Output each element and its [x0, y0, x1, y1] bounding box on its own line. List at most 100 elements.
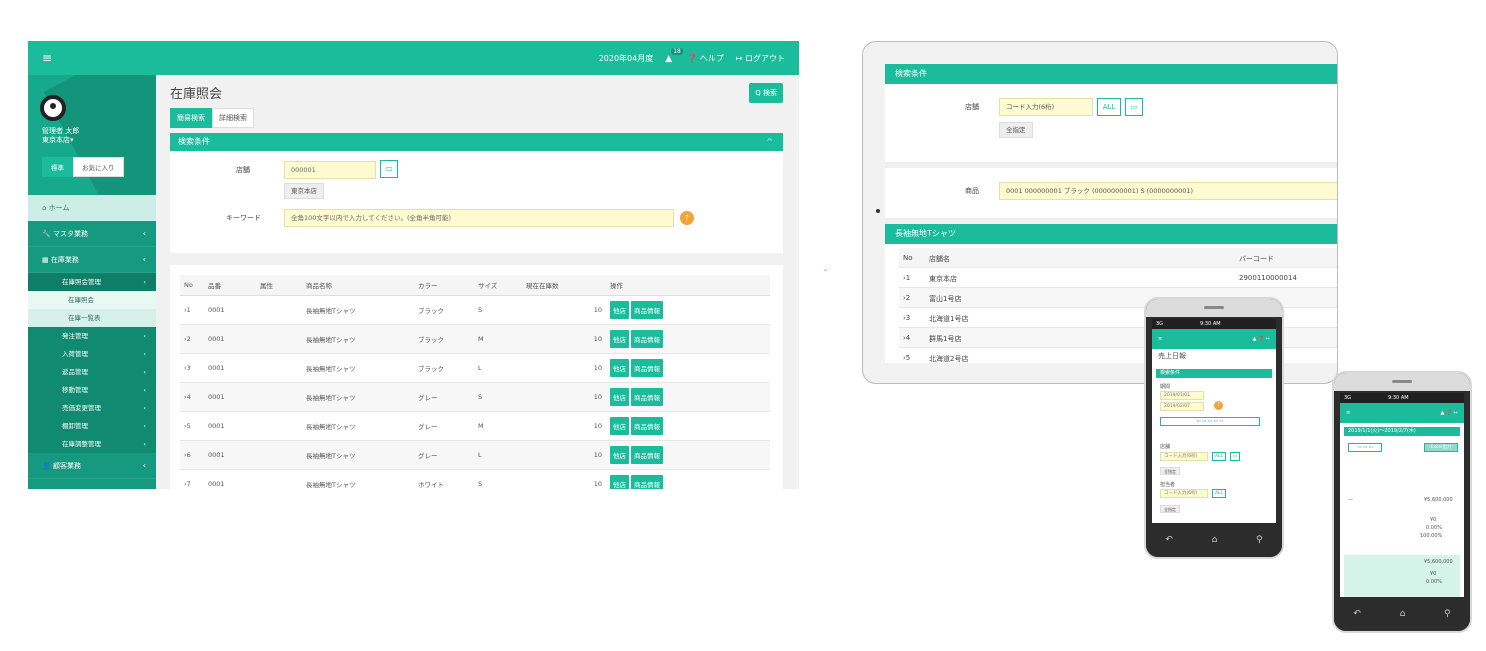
phone1-store-input[interactable]: コード入力(6桁) [1160, 452, 1208, 461]
phone1-select-all[interactable]: 全指定 [1160, 467, 1180, 475]
search-icon[interactable]: ⚲ [1444, 609, 1451, 619]
phone2-amount: ¥0 [1430, 517, 1437, 523]
table-cell: ›5 [180, 411, 204, 441]
tablet-select-all[interactable]: 全指定 [999, 122, 1033, 138]
col-header: 品番 [204, 275, 256, 296]
logout-link[interactable]: ↦ ログアウト [736, 53, 785, 64]
table-cell: 0001 [204, 469, 256, 489]
table-cell [256, 295, 302, 325]
tab-detail-search[interactable]: 詳細検索 [212, 108, 254, 128]
other-store-button[interactable]: 他店 [610, 329, 629, 348]
phone2-tabs[interactable]: ▭ ▭ ▭ [1348, 443, 1382, 452]
tablet-all-button[interactable]: ALL [1097, 98, 1121, 116]
menu-icon[interactable]: ≡ [1158, 336, 1162, 342]
phone1-staff-all[interactable]: ALL [1212, 489, 1226, 498]
sidebar-item-master[interactable]: 🔧 マスタ業務 ‹ [28, 221, 156, 247]
table-cell [256, 440, 302, 470]
table-cell: 10 [522, 411, 606, 441]
col-header: カラー [414, 275, 474, 296]
menu-icon[interactable]: ≡ [1346, 410, 1350, 416]
sidebar-sub-receiving[interactable]: 入荷管理 ‹ [28, 345, 156, 363]
table-row: ›4 0001 長袖無地Tシャツ グレー S 10 他店 商品情報 [180, 382, 770, 412]
phone1-calendar-icon[interactable]: ▭ [1230, 452, 1240, 461]
other-store-button[interactable]: 他店 [610, 387, 629, 406]
table-cell: ›1 [180, 295, 204, 325]
sidebar-menu: ⌂ ホーム 🔧 マスタ業務 ‹ ▦ 在庫業務 ‹ 在庫照会管理 ‹ 在庫照会 在庫一覧… [28, 195, 156, 479]
table-row: ›3 0001 長袖無地Tシャツ ブラック L 10 他店 商品情報 [180, 353, 770, 383]
table-row: ›6 0001 長袖無地Tシャツ グレー L 10 他店 商品情報 [180, 440, 770, 470]
other-store-button[interactable]: 他店 [610, 300, 629, 319]
table-cell [256, 382, 302, 412]
keyword-input[interactable]: 全角100文字以内で入力してください。(全角半角可能) [284, 209, 674, 227]
tablet-calendar-icon[interactable]: ▭ [1125, 98, 1143, 116]
table-cell: 長袖無地Tシャツ [302, 324, 414, 354]
sidebar-sub-order[interactable]: 発注管理 ‹ [28, 327, 156, 345]
other-store-button[interactable]: 他店 [610, 358, 629, 377]
sidebar-sub-inquiry[interactable]: 在庫照会管理 ‹ [28, 273, 156, 291]
notification-icon[interactable]: ▲ 18 [665, 47, 683, 64]
tablet-product-panel: 商品 0001 000000001 ブラック (0000000001) S (0… [885, 168, 1337, 218]
table-cell-actions: 他店 商品情報 [606, 382, 770, 412]
phone1-staff-select-all[interactable]: 全指定 [1160, 505, 1180, 513]
phone1-help-icon[interactable]: ? [1214, 401, 1223, 410]
product-info-button[interactable]: 商品情報 [631, 445, 663, 464]
help-icon[interactable]: ? [680, 211, 694, 225]
other-store-button[interactable]: 他店 [610, 474, 629, 489]
tablet-store-input[interactable]: コード入力(6桁) [999, 98, 1093, 116]
table-cell: 0001 [204, 382, 256, 412]
product-info-button[interactable]: 商品情報 [631, 329, 663, 348]
back-icon[interactable]: ↶ [1165, 535, 1173, 545]
product-info-button[interactable]: 商品情報 [631, 474, 663, 489]
phone1-date-from[interactable]: 2019/01/01 [1160, 391, 1204, 400]
tablet-product-input[interactable]: 0001 000000001 ブラック (0000000001) S (0000… [999, 182, 1337, 200]
collapse-icon[interactable]: ^ [766, 133, 773, 151]
results-table-panel: No 品番 属性 商品名称 カラー サイズ 現在在庫数 操作 ›1 0001 長袖無… [170, 265, 783, 489]
sidebar-sub-adjust[interactable]: 在庫調整管理 ‹ [28, 435, 156, 453]
profile-area: 管理者 太郎 東京本店▾ 標準 お気に入り [28, 75, 156, 195]
sidebar-sub-price-change[interactable]: 売価変更管理 ‹ [28, 399, 156, 417]
product-info-button[interactable]: 商品情報 [631, 358, 663, 377]
page-title: 在庫照会 [170, 87, 223, 102]
sidebar-sub-transfer[interactable]: 移動管理 ‹ [28, 381, 156, 399]
store-selector[interactable]: 東京本店▾ [42, 136, 79, 145]
phone1-date-to[interactable]: 2019/02/07 [1160, 402, 1204, 411]
store-picker-icon[interactable]: ▭ [380, 160, 398, 178]
phone1-staff-input[interactable]: コード入力(6桁) [1160, 489, 1208, 498]
phone1-period-shortcuts[interactable]: ▭ ▭ ▭ ▭ ▭ [1160, 417, 1260, 426]
phone1-all-button[interactable]: ALL [1212, 452, 1226, 461]
tab-standard[interactable]: 標準 [42, 157, 73, 177]
table-cell: 0001 [204, 295, 256, 325]
product-info-button[interactable]: 商品情報 [631, 300, 663, 319]
home-icon[interactable]: ⌂ [1400, 609, 1406, 619]
home-icon[interactable]: ⌂ [1212, 535, 1218, 545]
product-info-button[interactable]: 商品情報 [631, 416, 663, 435]
sidebar-sub-stocktake[interactable]: 棚卸管理 ‹ [28, 417, 156, 435]
other-store-button[interactable]: 他店 [610, 445, 629, 464]
store-code-input[interactable]: 000001 [284, 161, 376, 179]
table-cell: 0001 [204, 324, 256, 354]
phone1-store-label: 店舗 [1160, 444, 1171, 450]
table-cell: ブラック [414, 324, 474, 354]
help-link[interactable]: ❓ ヘルプ [687, 53, 724, 64]
chevron-down-icon: ‹ [142, 255, 146, 264]
sidebar-leaf-list[interactable]: 在庫一覧表 [28, 309, 156, 327]
back-icon[interactable]: ↶ [1353, 609, 1361, 619]
search-icon[interactable]: ⚲ [1256, 535, 1263, 545]
table-cell: ›7 [180, 469, 204, 489]
sidebar-item-customer[interactable]: 👤 顧客業務 ‹ [28, 453, 156, 479]
phone2-excel-button[interactable]: Excel出力 [1424, 443, 1458, 452]
tab-simple-search[interactable]: 簡易検索 [170, 108, 212, 128]
phone2-time: 9:30 AM [1388, 395, 1409, 401]
tablet-cell: 富山1号店 [929, 295, 962, 303]
product-info-button[interactable]: 商品情報 [631, 387, 663, 406]
sidebar-item-home[interactable]: ⌂ ホーム [28, 195, 156, 221]
sidebar-leaf-inquiry[interactable]: 在庫照会 [28, 291, 156, 309]
other-store-button[interactable]: 他店 [610, 416, 629, 435]
menu-icon[interactable]: ≡ [42, 51, 52, 65]
search-button[interactable]: Q 検索 [749, 83, 783, 103]
phone1-conditions: 検索条件 [1156, 369, 1272, 378]
sidebar-item-inventory[interactable]: ▦ 在庫業務 ‹ [28, 247, 156, 273]
tablet-conditions-panel: 検索条件 店舗 コード入力(6桁) ALL ▭ 全指定 [885, 64, 1337, 162]
tab-favorite[interactable]: お気に入り [73, 157, 124, 177]
sidebar-sub-returns[interactable]: 返品管理 ‹ [28, 363, 156, 381]
